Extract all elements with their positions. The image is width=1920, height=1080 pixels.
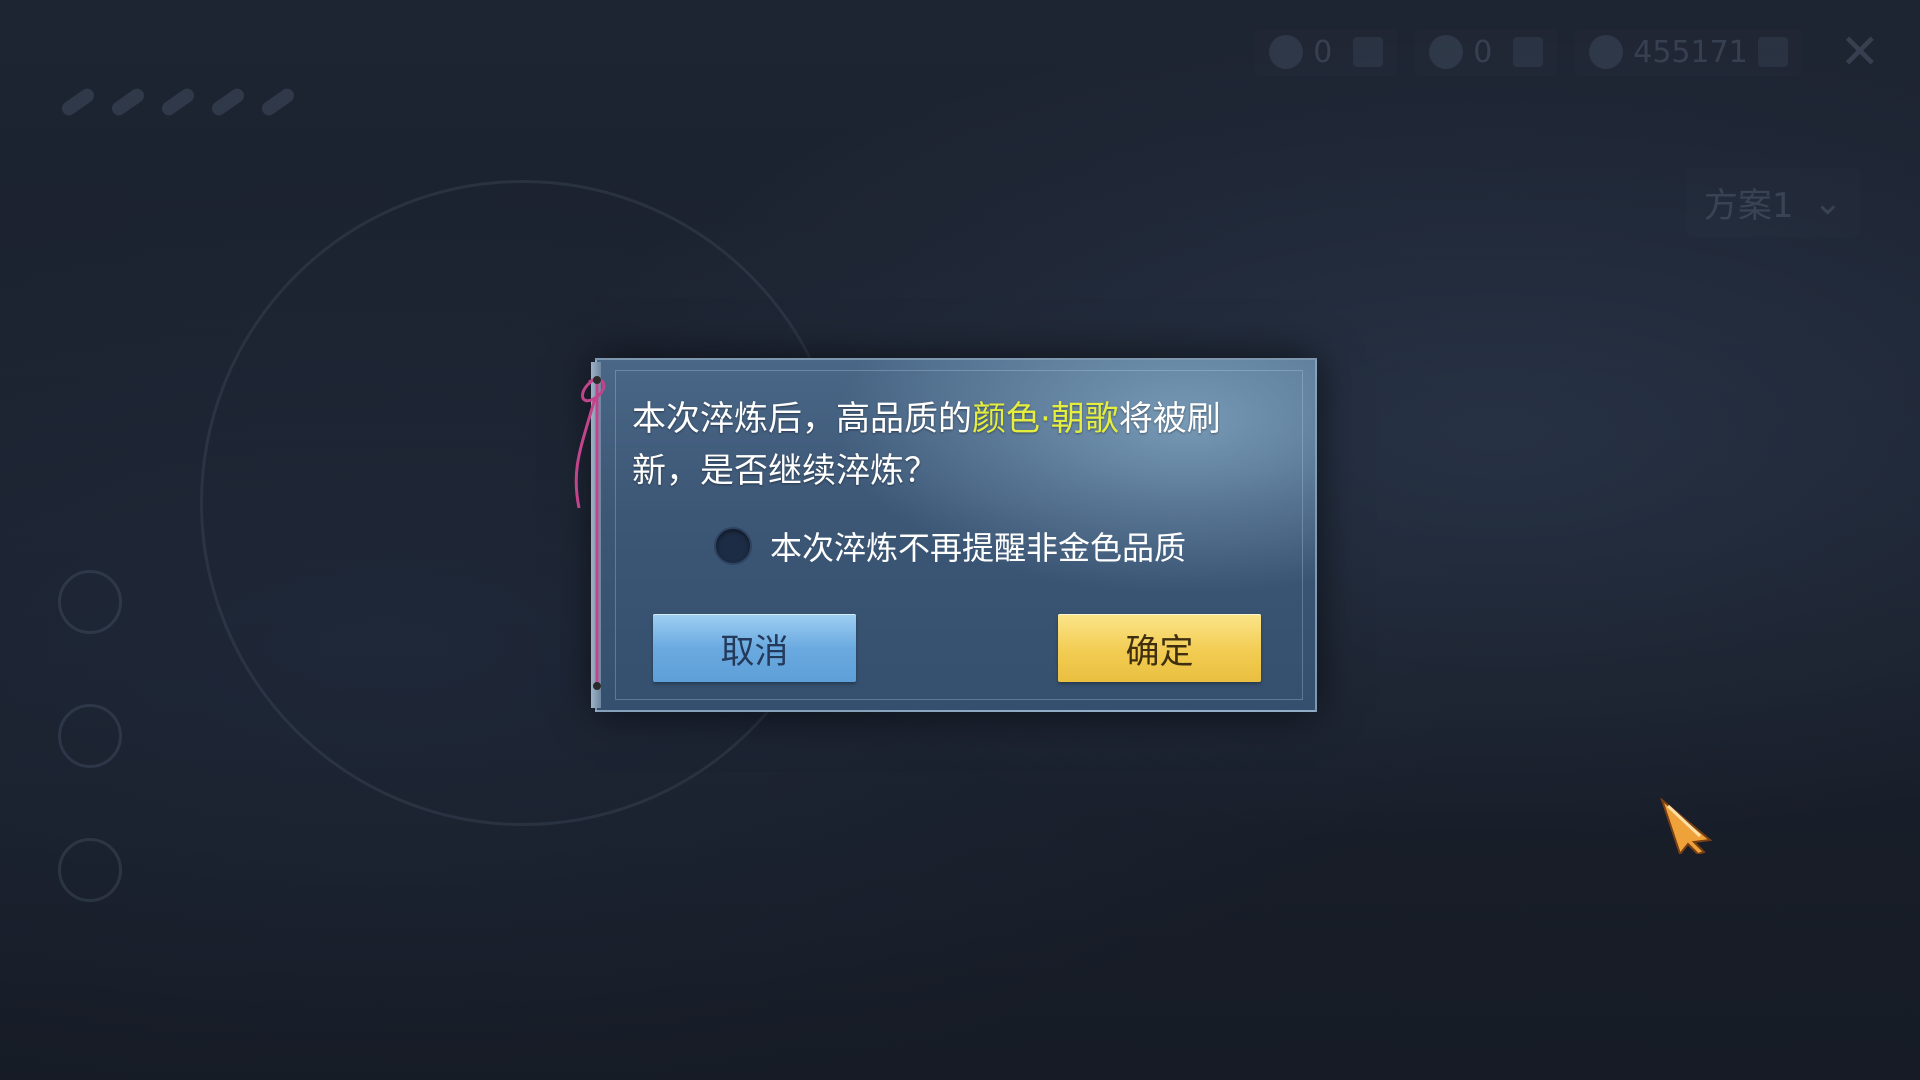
coin-icon bbox=[1589, 35, 1624, 69]
feather-icon bbox=[209, 85, 247, 119]
resource-bar: 0 0 455171 ✕ bbox=[1255, 28, 1880, 76]
dialog-spine bbox=[591, 362, 601, 708]
feather-row bbox=[59, 85, 297, 119]
feather-icon bbox=[259, 85, 297, 119]
feather-icon bbox=[159, 85, 197, 119]
confirm-dialog: 本次淬炼后，高品质的颜色·朝歌将被刷新，是否继续淬炼？ 本次淬炼不再提醒非金色品… bbox=[574, 358, 1317, 712]
resource-value: 0 bbox=[1473, 34, 1493, 70]
resource-feather: 0 bbox=[1255, 29, 1397, 76]
dont-remind-radio[interactable] bbox=[714, 527, 752, 565]
gear-icon bbox=[58, 570, 122, 634]
feather-icon bbox=[59, 85, 97, 119]
confirm-button[interactable]: 确定 bbox=[1058, 614, 1261, 682]
close-icon[interactable]: ✕ bbox=[1840, 28, 1880, 76]
dont-remind-label: 本次淬炼不再提醒非金色品质 bbox=[770, 529, 1187, 567]
scheme-label: 方案1 bbox=[1703, 186, 1794, 226]
resource-leaf: 0 bbox=[1415, 29, 1557, 76]
add-resource-button[interactable] bbox=[1353, 37, 1384, 67]
leaf-currency-icon bbox=[1429, 35, 1464, 69]
dont-remind-option[interactable]: 本次淬炼不再提醒非金色品质 bbox=[714, 523, 1186, 569]
arrow-cursor-icon bbox=[1660, 798, 1712, 854]
feather-icon bbox=[109, 85, 147, 119]
chevron-down-icon: ⌄ bbox=[1813, 182, 1843, 223]
resource-value: 455171 bbox=[1633, 34, 1748, 70]
add-resource-button[interactable] bbox=[1513, 37, 1544, 67]
resource-value: 0 bbox=[1313, 34, 1333, 70]
scheme-dropdown[interactable]: 方案1 ⌄ bbox=[1686, 168, 1860, 237]
lock-icon bbox=[58, 838, 122, 902]
cancel-button[interactable]: 取消 bbox=[653, 614, 856, 682]
left-icon-column bbox=[58, 570, 122, 902]
message-text: 本次淬炼后，高品质的 bbox=[632, 399, 972, 439]
feather-currency-icon bbox=[1269, 35, 1304, 69]
game-screen: 0 0 455171 ✕ 方案1 ⌄ 本次淬炼后，高品质的颜色·朝歌将被刷新，是… bbox=[0, 0, 1920, 1080]
resource-coin: 455171 bbox=[1575, 29, 1802, 76]
item-name-highlight: 颜色·朝歌 bbox=[972, 399, 1119, 439]
refresh-icon bbox=[58, 704, 122, 768]
add-resource-button[interactable] bbox=[1757, 37, 1788, 67]
dialog-message: 本次淬炼后，高品质的颜色·朝歌将被刷新，是否继续淬炼？ bbox=[632, 393, 1282, 497]
